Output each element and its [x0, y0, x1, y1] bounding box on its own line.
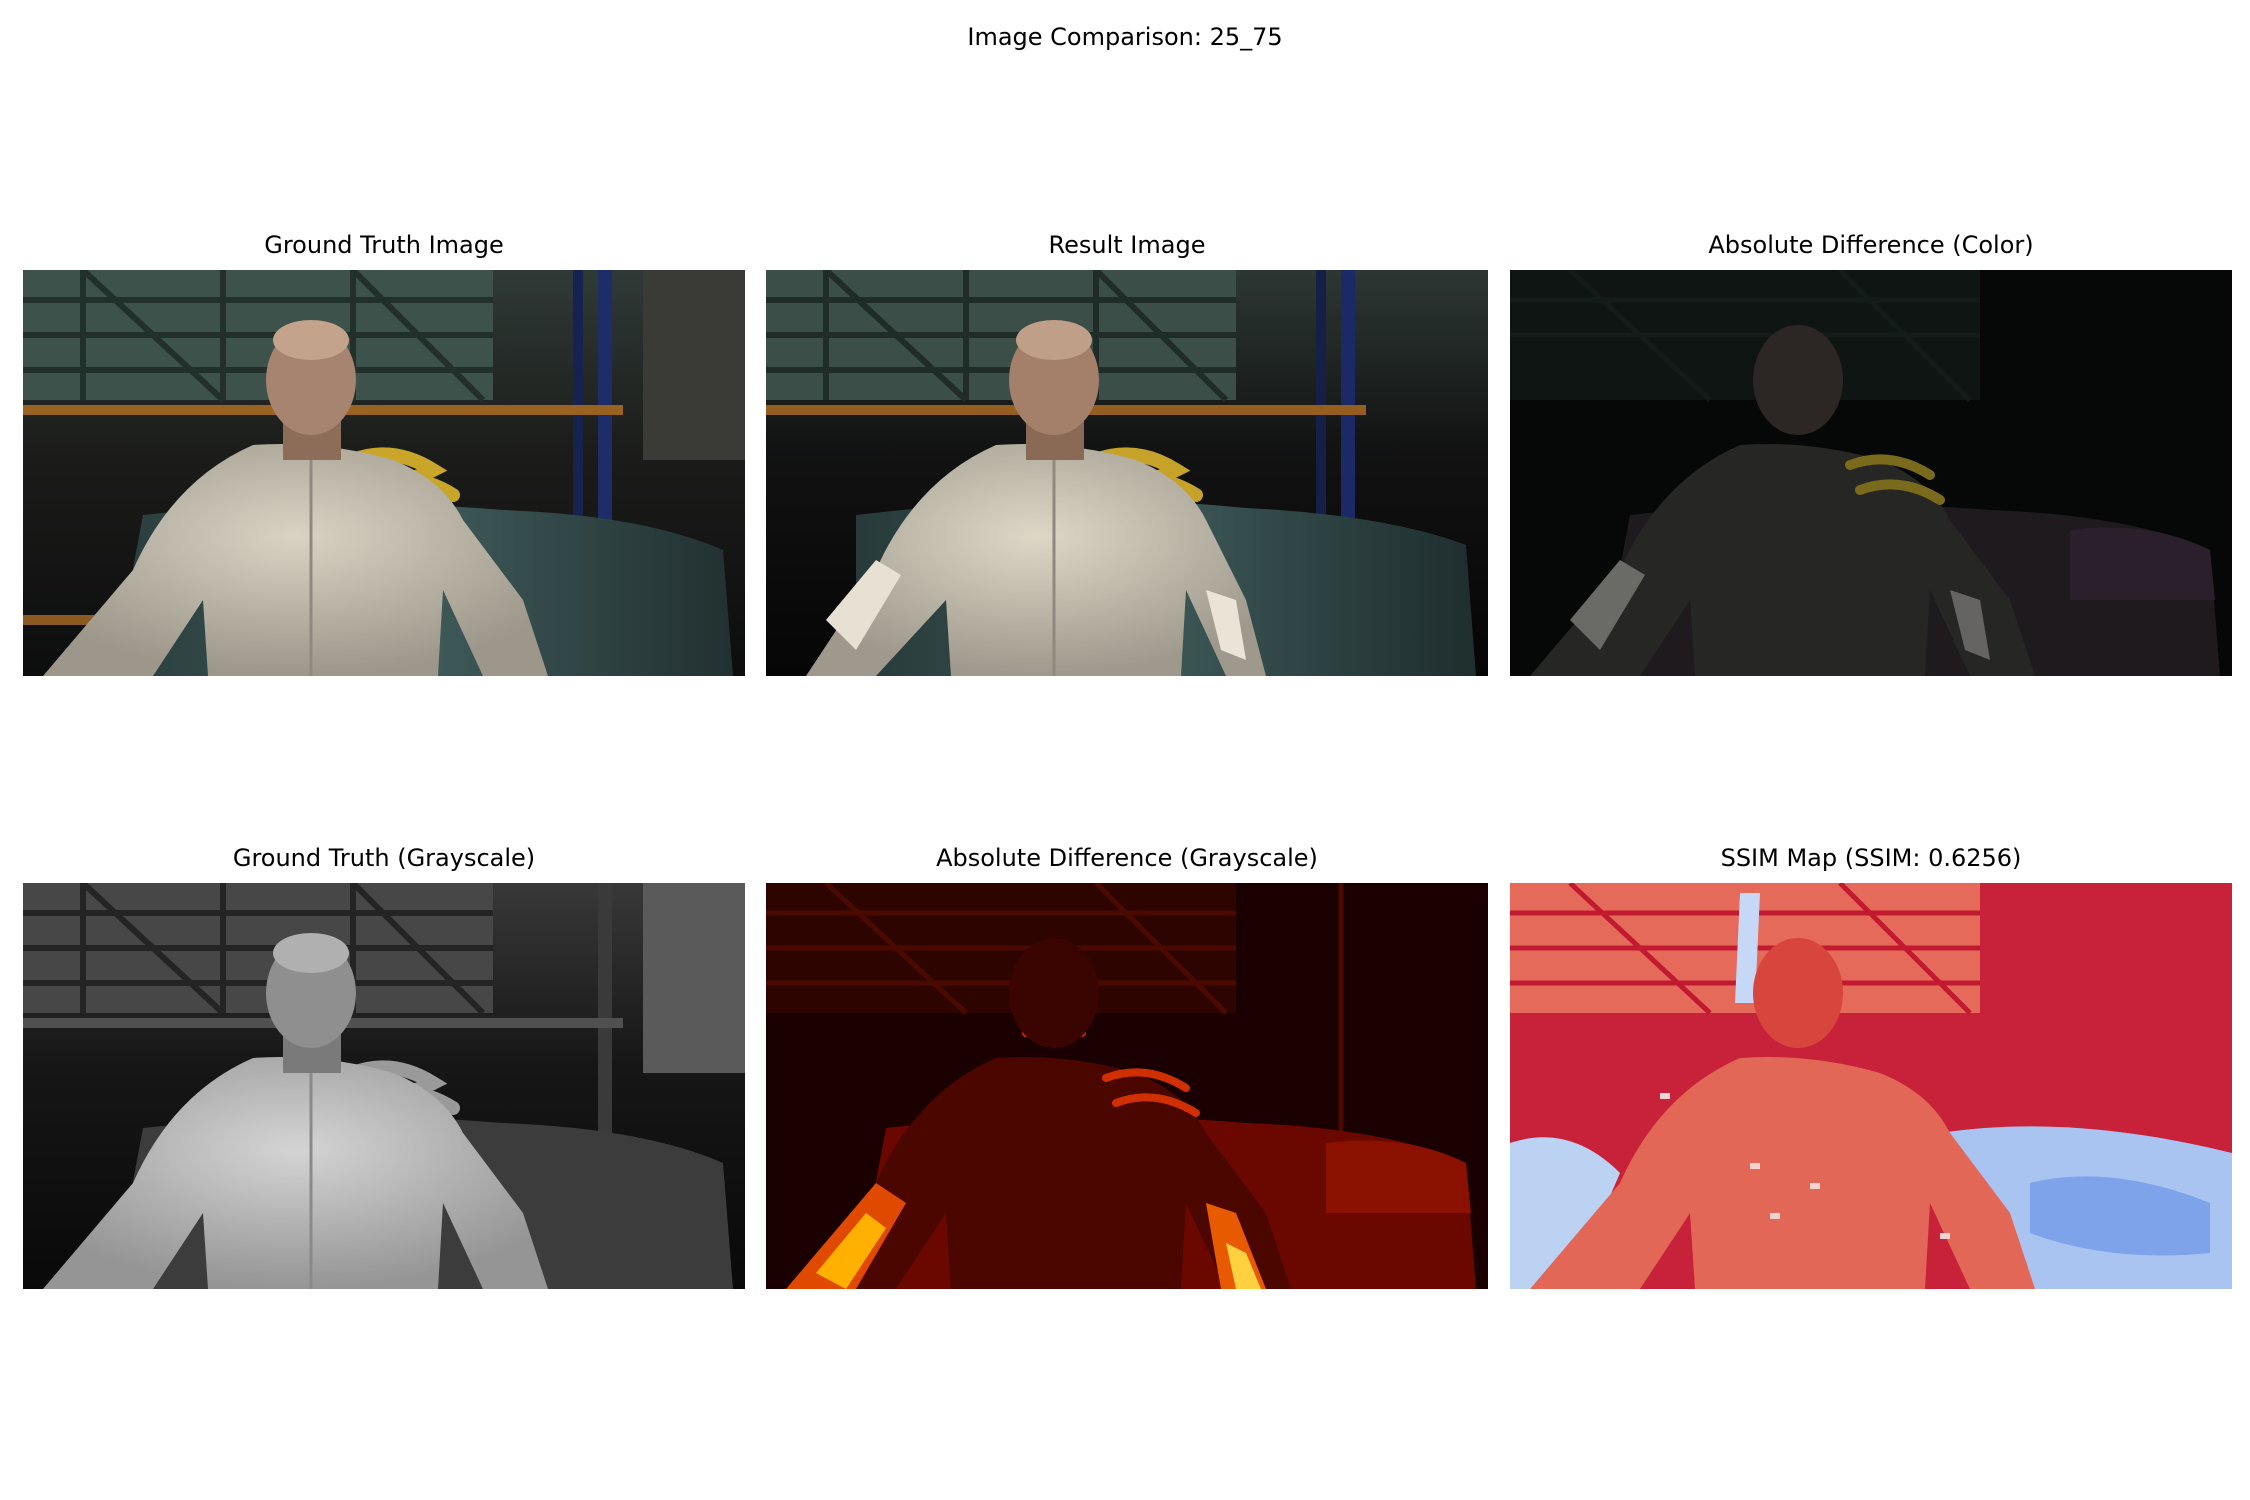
- panel-title: Result Image: [1048, 231, 1206, 259]
- panel-ssim-map: SSIM Map (SSIM: 0.6256): [1510, 843, 2232, 1289]
- ssim-map-heatmap: [1510, 883, 2232, 1289]
- panel-title: Ground Truth Image: [264, 231, 504, 259]
- ground-truth-grayscale-image: [23, 883, 745, 1289]
- panel-title: SSIM Map (SSIM: 0.6256): [1720, 844, 2022, 872]
- panel-title: Ground Truth (Grayscale): [232, 844, 536, 872]
- figure-title: Image Comparison: 25_75: [967, 23, 1283, 51]
- panel-ground-truth-grayscale: Ground Truth (Grayscale): [23, 843, 745, 1289]
- result-image: [766, 270, 1488, 676]
- ground-truth-image: [23, 270, 745, 676]
- panel-title: Absolute Difference (Color): [1708, 231, 2034, 259]
- abs-diff-grayscale-heatmap: [766, 883, 1488, 1289]
- panel-ground-truth: Ground Truth Image: [23, 230, 745, 676]
- panel-abs-diff-color: Absolute Difference (Color): [1510, 230, 2232, 676]
- panel-title: Absolute Difference (Grayscale): [936, 844, 1318, 872]
- abs-diff-color-image: [1510, 270, 2232, 676]
- panel-result: Result Image: [766, 230, 1488, 676]
- panel-abs-diff-grayscale: Absolute Difference (Grayscale): [766, 843, 1488, 1289]
